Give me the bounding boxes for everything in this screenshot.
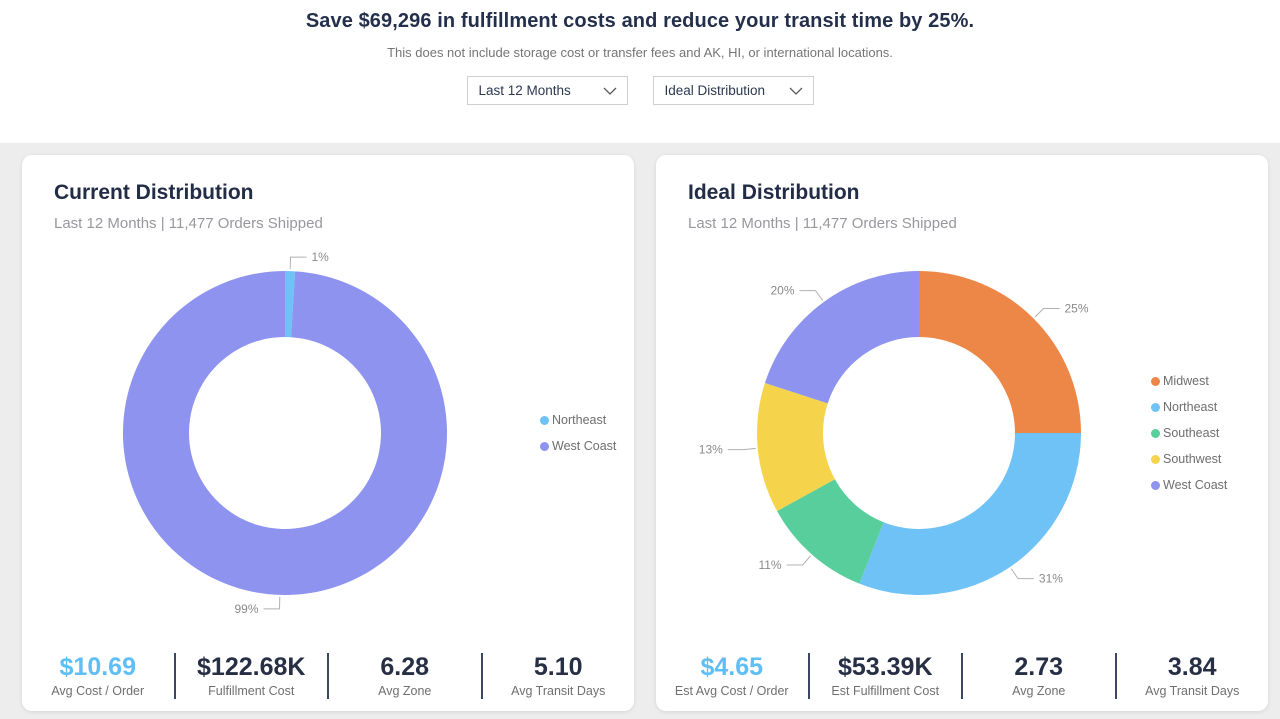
slice-percent-label: 13% xyxy=(699,443,723,457)
time-range-value: Last 12 Months xyxy=(479,83,571,98)
legend-item-southeast[interactable]: Southeast xyxy=(1151,420,1227,446)
legend-dot-icon xyxy=(1151,455,1160,464)
card-subtitle: Last 12 Months | 11,477 Orders Shipped xyxy=(54,215,323,232)
donut-slice-west-coast[interactable] xyxy=(123,271,447,595)
card-subtitle: Last 12 Months | 11,477 Orders Shipped xyxy=(688,215,957,232)
stats-row: $10.69 Avg Cost / Order$122.68K Fulfillmen… xyxy=(22,649,634,703)
legend-label: Northeast xyxy=(1163,400,1217,414)
slice-percent-label: 25% xyxy=(1065,302,1089,316)
slice-percent-label: 1% xyxy=(312,250,330,264)
legend-dot-icon xyxy=(540,442,549,451)
stat-avg-cost-order: $10.69 Avg Cost / Order xyxy=(22,654,174,699)
slice-percent-label: 11% xyxy=(758,558,781,572)
stat-fulfillment-cost: $122.68K Fulfillment Cost xyxy=(176,654,328,699)
stat-value: 3.84 xyxy=(1117,654,1269,682)
legend-item-northeast[interactable]: Northeast xyxy=(1151,394,1227,420)
label-leader-line xyxy=(800,291,823,301)
stat-avg-transit-days: 3.84 Avg Transit Days xyxy=(1117,654,1269,699)
savings-disclaimer: This does not include storage cost or tr… xyxy=(0,45,1280,60)
filter-row: Last 12 Months Ideal Distribution xyxy=(0,76,1280,105)
legend-label: Northeast xyxy=(552,413,606,427)
time-range-dropdown[interactable]: Last 12 Months xyxy=(467,76,628,105)
stat-value: $122.68K xyxy=(176,654,328,682)
header: Save $69,296 in fulfillment costs and re… xyxy=(0,0,1280,143)
legend-dot-icon xyxy=(540,416,549,425)
slice-percent-label: 31% xyxy=(1039,572,1063,586)
label-leader-line xyxy=(290,257,306,269)
stat-label: Avg Transit Days xyxy=(483,684,635,698)
legend-item-midwest[interactable]: Midwest xyxy=(1151,368,1227,394)
stat-label: Avg Zone xyxy=(329,684,481,698)
chevron-down-icon xyxy=(603,87,617,95)
legend-label: Southeast xyxy=(1163,426,1219,440)
dashboard: Current Distribution Last 12 Months | 11… xyxy=(0,143,1280,719)
stat-value: $4.65 xyxy=(656,654,808,682)
stat-value: 6.28 xyxy=(329,654,481,682)
slice-percent-label: 20% xyxy=(770,284,794,298)
stat-label: Fulfillment Cost xyxy=(176,684,328,698)
donut-slice-midwest[interactable] xyxy=(919,271,1081,433)
chart-legend: Midwest Northeast Southeast Southwest West C… xyxy=(1151,368,1227,498)
legend-label: West Coast xyxy=(1163,478,1227,492)
stats-row: $4.65 Est Avg Cost / Order$53.39K Est Fulf… xyxy=(656,649,1268,703)
legend-item-west-coast[interactable]: West Coast xyxy=(1151,472,1227,498)
ideal-distribution-card: Ideal Distribution Last 12 Months | 11,4… xyxy=(656,155,1268,711)
legend-dot-icon xyxy=(1151,377,1160,386)
legend-dot-icon xyxy=(1151,481,1160,490)
stat-value: 2.73 xyxy=(963,654,1115,682)
stat-value: 5.10 xyxy=(483,654,635,682)
legend-item-southwest[interactable]: Southwest xyxy=(1151,446,1227,472)
stat-avg-transit-days: 5.10 Avg Transit Days xyxy=(483,654,635,699)
stat-value: $10.69 xyxy=(22,654,174,682)
label-leader-line xyxy=(787,556,811,565)
chart-legend: Northeast West Coast xyxy=(540,407,616,459)
card-title: Current Distribution xyxy=(54,181,254,205)
distribution-dropdown[interactable]: Ideal Distribution xyxy=(653,76,814,105)
distribution-value: Ideal Distribution xyxy=(665,83,766,98)
stat-label: Est Avg Cost / Order xyxy=(656,684,808,698)
stat-label: Avg Zone xyxy=(963,684,1115,698)
stat-est-fulfillment-cost: $53.39K Est Fulfillment Cost xyxy=(810,654,962,699)
legend-dot-icon xyxy=(1151,429,1160,438)
chevron-down-icon xyxy=(789,87,803,95)
legend-label: Southwest xyxy=(1163,452,1221,466)
slice-percent-label: 99% xyxy=(234,602,258,616)
legend-dot-icon xyxy=(1151,403,1160,412)
stat-label: Avg Transit Days xyxy=(1117,684,1269,698)
page: Save $69,296 in fulfillment costs and re… xyxy=(0,0,1280,719)
label-leader-line xyxy=(264,597,280,609)
stat-value: $53.39K xyxy=(810,654,962,682)
stat-avg-zone: 2.73 Avg Zone xyxy=(963,654,1115,699)
current-distribution-card: Current Distribution Last 12 Months | 11… xyxy=(22,155,634,711)
legend-label: Midwest xyxy=(1163,374,1209,388)
legend-item-west-coast[interactable]: West Coast xyxy=(540,433,616,459)
label-leader-line xyxy=(1011,569,1034,579)
stat-avg-zone: 6.28 Avg Zone xyxy=(329,654,481,699)
savings-headline: Save $69,296 in fulfillment costs and re… xyxy=(0,10,1280,33)
stat-label: Avg Cost / Order xyxy=(22,684,174,698)
stat-label: Est Fulfillment Cost xyxy=(810,684,962,698)
legend-label: West Coast xyxy=(552,439,616,453)
label-leader-line xyxy=(728,448,756,449)
stat-est-avg-cost-order: $4.65 Est Avg Cost / Order xyxy=(656,654,808,699)
legend-item-northeast[interactable]: Northeast xyxy=(540,407,616,433)
label-leader-line xyxy=(1035,309,1060,318)
card-title: Ideal Distribution xyxy=(688,181,860,205)
